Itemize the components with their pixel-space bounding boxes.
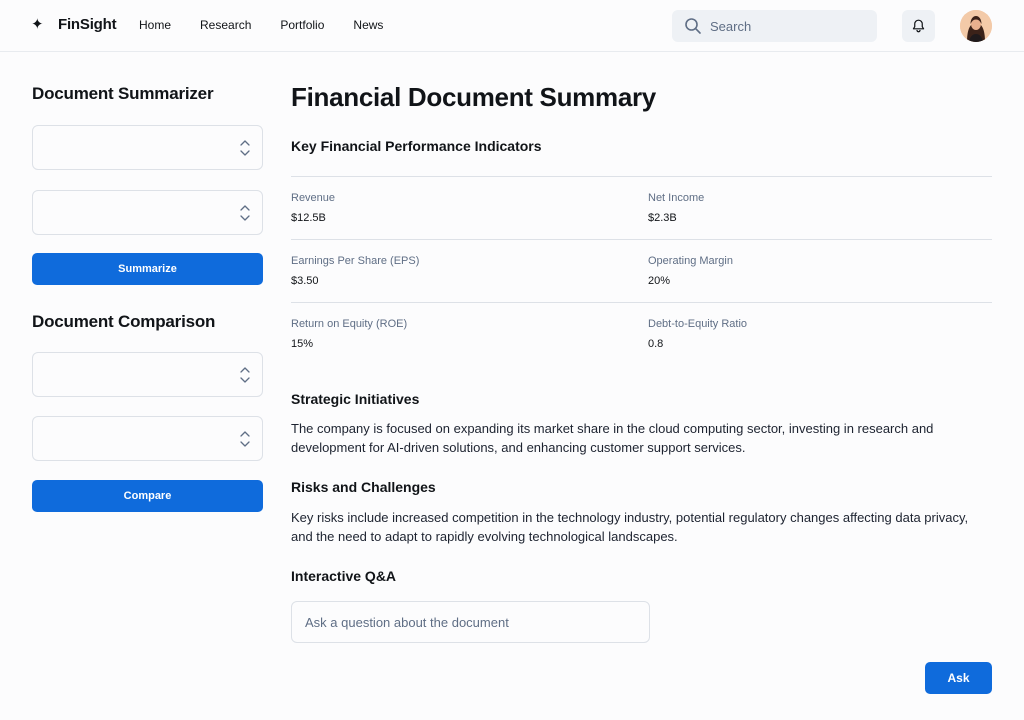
qa-heading: Interactive Q&A	[291, 568, 397, 584]
kpi-label: Debt-to-Equity Ratio	[648, 318, 748, 330]
summarize-button[interactable]: Summarize	[32, 253, 263, 285]
kpi-label: Operating Margin	[648, 255, 733, 267]
kpi-label: Return on Equity (ROE)	[291, 318, 408, 330]
strategic-initiatives-heading: Strategic Initiatives	[291, 391, 420, 407]
nav-link-research[interactable]: Research	[200, 16, 251, 34]
kpi-grid: Revenue $12.5B Net Income $2.3B Earnings…	[291, 176, 992, 365]
kpi-operating-margin: Operating Margin 20%	[648, 254, 733, 288]
chevron-up-down-icon	[240, 431, 250, 447]
brand-name[interactable]: FinSight	[58, 15, 117, 35]
top-navigation-bar: ✦ FinSight Home Research Portfolio News	[0, 0, 1024, 52]
chevron-up-down-icon	[240, 367, 250, 383]
comparison-document-select-1[interactable]	[32, 352, 263, 397]
risks-text: Key risks include increased competition …	[291, 510, 969, 544]
kpi-row: Revenue $12.5B Net Income $2.3B	[291, 176, 992, 239]
kpi-row: Return on Equity (ROE) 15% Debt-to-Equit…	[291, 302, 992, 365]
nav-link-home[interactable]: Home	[139, 16, 171, 34]
kpi-value: $12.5B	[291, 212, 326, 224]
kpi-heading: Key Financial Performance Indicators	[291, 138, 542, 154]
strategic-initiatives-text: The company is focused on expanding its …	[291, 421, 934, 455]
kpi-debt-to-equity: Debt-to-Equity Ratio 0.8	[648, 317, 747, 351]
summarizer-document-select-1[interactable]	[32, 125, 263, 170]
ask-button[interactable]: Ask	[925, 662, 992, 694]
bell-icon	[912, 19, 925, 33]
nav-link-news[interactable]: News	[353, 16, 383, 34]
kpi-value: $3.50	[291, 275, 319, 287]
search-input[interactable]	[710, 10, 870, 42]
kpi-net-income: Net Income $2.3B	[648, 191, 704, 225]
main-nav: Home Research Portfolio News	[139, 16, 412, 34]
search-box[interactable]	[672, 10, 877, 42]
search-icon	[685, 18, 701, 34]
kpi-value: 0.8	[648, 338, 664, 350]
kpi-row: Earnings Per Share (EPS) $3.50 Operating…	[291, 239, 992, 302]
nav-link-portfolio[interactable]: Portfolio	[280, 16, 324, 34]
summarizer-document-select-2[interactable]	[32, 190, 263, 235]
document-comparison-title: Document Comparison	[32, 312, 216, 331]
comparison-document-select-2[interactable]	[32, 416, 263, 461]
avatar-portrait	[960, 10, 992, 42]
user-avatar[interactable]	[960, 10, 992, 42]
risks-heading: Risks and Challenges	[291, 479, 436, 495]
compare-button[interactable]: Compare	[32, 480, 263, 512]
kpi-value: $2.3B	[648, 212, 677, 224]
kpi-label: Net Income	[648, 192, 705, 204]
kpi-label: Earnings Per Share (EPS)	[291, 255, 420, 267]
kpi-eps: Earnings Per Share (EPS) $3.50	[291, 254, 419, 288]
kpi-value: 15%	[291, 338, 314, 350]
question-input[interactable]	[291, 601, 650, 643]
chevron-up-down-icon	[240, 205, 250, 221]
notifications-button[interactable]	[902, 10, 935, 42]
kpi-value: 20%	[648, 275, 671, 287]
kpi-revenue: Revenue $12.5B	[291, 191, 335, 225]
chevron-up-down-icon	[240, 140, 250, 156]
page-title: Financial Document Summary	[291, 82, 656, 112]
kpi-label: Revenue	[291, 192, 336, 204]
sparkle-icon: ✦	[31, 16, 44, 33]
kpi-roe: Return on Equity (ROE) 15%	[291, 317, 407, 351]
document-summarizer-title: Document Summarizer	[32, 84, 214, 103]
